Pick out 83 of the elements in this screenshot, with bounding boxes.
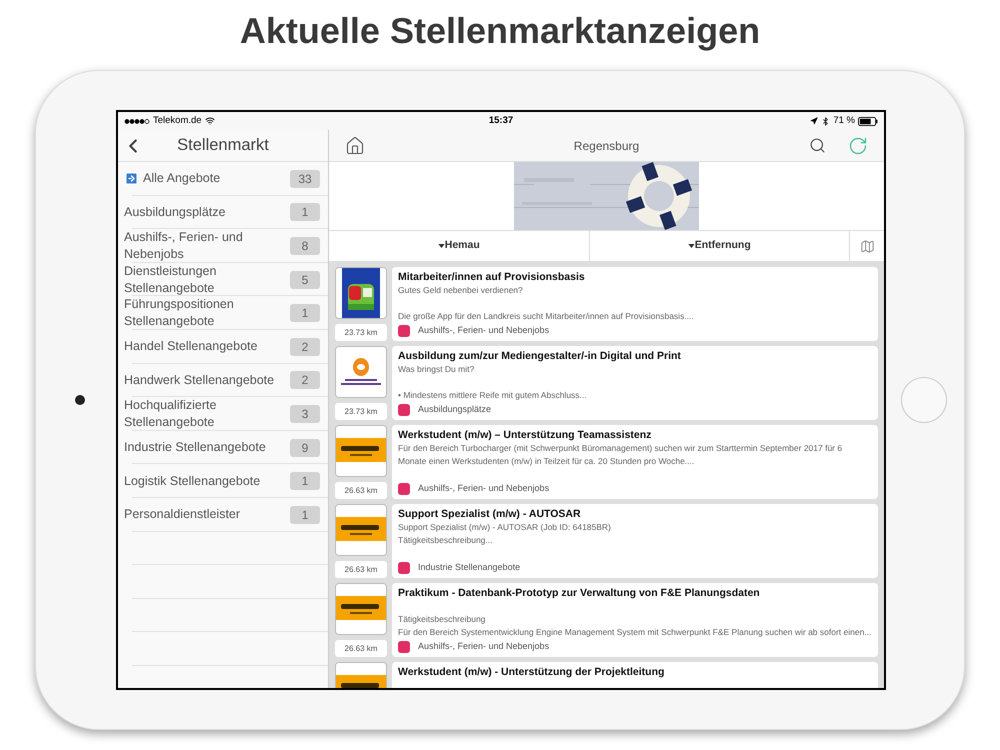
- listing-card[interactable]: Ausbildung zum/zur Mediengestalter/-in Digital und Print Was bringst Du mit? • Mindestens mittlere Reife mit gutem Abschluss... Ausbildungsplätze: [392, 346, 878, 420]
- listing-text: Für den Bereich Systementwicklung Engine Management System mit Schwerpunkt F&E Planung suchen wir ab sofort einen...: [398, 626, 872, 639]
- category-label: Handel Stellenangebote: [124, 338, 258, 356]
- category-label: Aushilfs-, Ferien- und Nebenjobs: [124, 228, 244, 263]
- listing-text: Die große App für den Landkreis sucht Mitarbeiter/innen auf Provisionsbasis....: [398, 310, 695, 323]
- listing-title: Support Spezialist (m/w) - AUTOSAR: [398, 507, 582, 521]
- signal-icon: [124, 118, 150, 124]
- count-badge: 5: [290, 270, 320, 289]
- listing-text: Tätigkeitsbeschreibung: [398, 613, 486, 626]
- sidebar-title: Stellenmarkt: [177, 135, 269, 156]
- distance-label: 26.63 km: [335, 482, 387, 499]
- sidebar-item[interactable]: Personaldienstleister 1: [118, 498, 328, 532]
- category-label: Ausbildungsplätze: [418, 403, 492, 416]
- category-label: Ausbildungsplätze: [124, 204, 226, 221]
- sidebar-item[interactable]: Dienstleistungen Stellenangebote 5: [118, 262, 328, 296]
- listing-title: Werkstudent (m/w) - Unterstützung der Projektleitung: [398, 665, 666, 679]
- count-badge: 1: [290, 506, 320, 524]
- category-label: Aushilfs-, Ferien- und Nebenjobs: [418, 324, 550, 338]
- wifi-icon: [204, 116, 215, 126]
- carrier-label: Telekom.de: [153, 114, 202, 128]
- category-label: Industrie Stellenangebote: [418, 561, 520, 574]
- listing-card[interactable]: Support Spezialist (m/w) - AUTOSAR Support Spezialist (m/w) - AUTOSAR (Job ID: 64185BR) Tätigkeitsbeschreibung... Industrie Stellenangebote: [392, 504, 878, 578]
- category-label: Aushilfs-, Ferien- und Nebenjobs: [418, 482, 550, 496]
- category-label: Handwerk Stellenangebote: [124, 372, 276, 389]
- count-badge: 1: [290, 472, 320, 490]
- listing-text: • Mindestens mittlere Reife mit gutem Abschluss...: [398, 389, 588, 402]
- sidebar-item[interactable]: Ausbildungsplätze 1: [118, 196, 328, 230]
- category-label: Führungspositionen Stellenangebote: [124, 296, 235, 330]
- headline: Aktuelle Stellenmarktanzeigen: [240, 10, 760, 52]
- listing-title: Werkstudent (m/w) – Unterstützung Teamassistenz: [398, 428, 652, 442]
- sidebar-item[interactable]: Alle Angebote 33: [118, 162, 328, 196]
- battery-label: 71 %: [833, 114, 855, 128]
- distance-label: 23.73 km: [335, 403, 387, 420]
- listing-text: Support Spezialist (m/w) - AUTOSAR (Job ID: 64185BR): [398, 521, 612, 534]
- caret-icon: [438, 244, 445, 248]
- battery-icon: [858, 116, 878, 126]
- category-label: Alle Angebote: [143, 170, 222, 188]
- category-label: Hochqualifizierte Stellenangebote: [124, 396, 218, 431]
- count-badge: 33: [290, 170, 320, 188]
- distance-label: 23.73 km: [335, 324, 387, 341]
- location-icon: [810, 117, 818, 125]
- listing-card[interactable]: [392, 583, 878, 657]
- category-label: Dienstleistungen Stellenangebote: [124, 262, 218, 297]
- caret-icon: [688, 244, 695, 248]
- bluetooth-icon: [821, 116, 830, 126]
- listing-card[interactable]: Mitarbeiter/innen auf Provisionsbasis Gutes Geld nebenbei verdienen? Die große App für den Landkreis sucht Mitarbeiter/innen auf Provisionsbasis.... Aushilfs-, Ferien- und Nebenjobs: [392, 267, 878, 341]
- listing-title: Ausbildung zum/zur Mediengestalter/-in Digital und Print: [398, 349, 682, 363]
- clock: 15:37: [488, 114, 514, 128]
- sidebar-item[interactable]: Logistik Stellenangebote 1: [118, 464, 328, 498]
- search-button[interactable]: [809, 137, 826, 154]
- camera-icon: [75, 395, 85, 405]
- listing-text: Monate einen Werkstudenten (m/w) in Teilzeit für ca. 20 Stunden pro Woche....: [398, 455, 696, 468]
- count-badge: 1: [290, 304, 320, 322]
- filter-button[interactable]: Hemau: [329, 231, 590, 261]
- listing-title: Praktikum - Datenbank-Prototyp zur Verwaltung von F&E Planungsdaten: [398, 586, 761, 600]
- sidebar-item[interactable]: Hochqualifizierte Stellenangebote 3: [118, 397, 328, 431]
- category-label: Logistik Stellenangebote: [124, 472, 262, 490]
- category-label: Aushilfs-, Ferien- und Nebenjobs: [418, 640, 550, 654]
- sidebar-item[interactable]: Aushilfs-, Ferien- und Nebenjobs 8: [118, 229, 328, 263]
- map-icon: [860, 238, 874, 254]
- sidebar-item[interactable]: Industrie Stellenangebote 9: [118, 430, 328, 464]
- count-badge: 8: [290, 236, 320, 255]
- sidebar-item[interactable]: Führungspositionen Stellenangebote 1: [118, 296, 328, 330]
- category-label: Industrie Stellenangebote: [124, 439, 267, 456]
- filter-button[interactable]: Entfernung: [590, 231, 850, 261]
- count-badge: 1: [290, 203, 320, 222]
- distance-label: 26.63 km: [335, 561, 387, 578]
- listing-title: Mitarbeiter/innen auf Provisionsbasis: [398, 270, 586, 284]
- sidebar-item[interactable]: Handel Stellenangebote 2: [118, 330, 328, 364]
- distance-label: 26.63 km: [335, 640, 387, 657]
- listing-text: Gutes Geld nebenbei verdienen?: [398, 284, 524, 297]
- sidebar-item[interactable]: Handwerk Stellenangebote 2: [118, 364, 328, 398]
- count-badge: 3: [290, 404, 320, 423]
- nav-title: Regensburg: [574, 138, 640, 154]
- listing-text: Für den Bereich Turbocharger (mit Schwerpunkt Büromanagement) suchen wir zum Starttermin September 2017 für 6: [398, 442, 844, 455]
- listing-text: Tätigkeitsbeschreibung...: [398, 534, 494, 547]
- listing-text: Was bringst Du mit?: [398, 363, 476, 376]
- home-button[interactable]: [345, 136, 365, 156]
- count-badge: 2: [290, 371, 320, 390]
- count-badge: 2: [290, 338, 320, 356]
- count-badge: 9: [290, 438, 320, 457]
- category-label: Personaldienstleister: [124, 506, 242, 524]
- listing-card[interactable]: Werkstudent (m/w) - Unterstützung der Projektleitung: [392, 662, 878, 688]
